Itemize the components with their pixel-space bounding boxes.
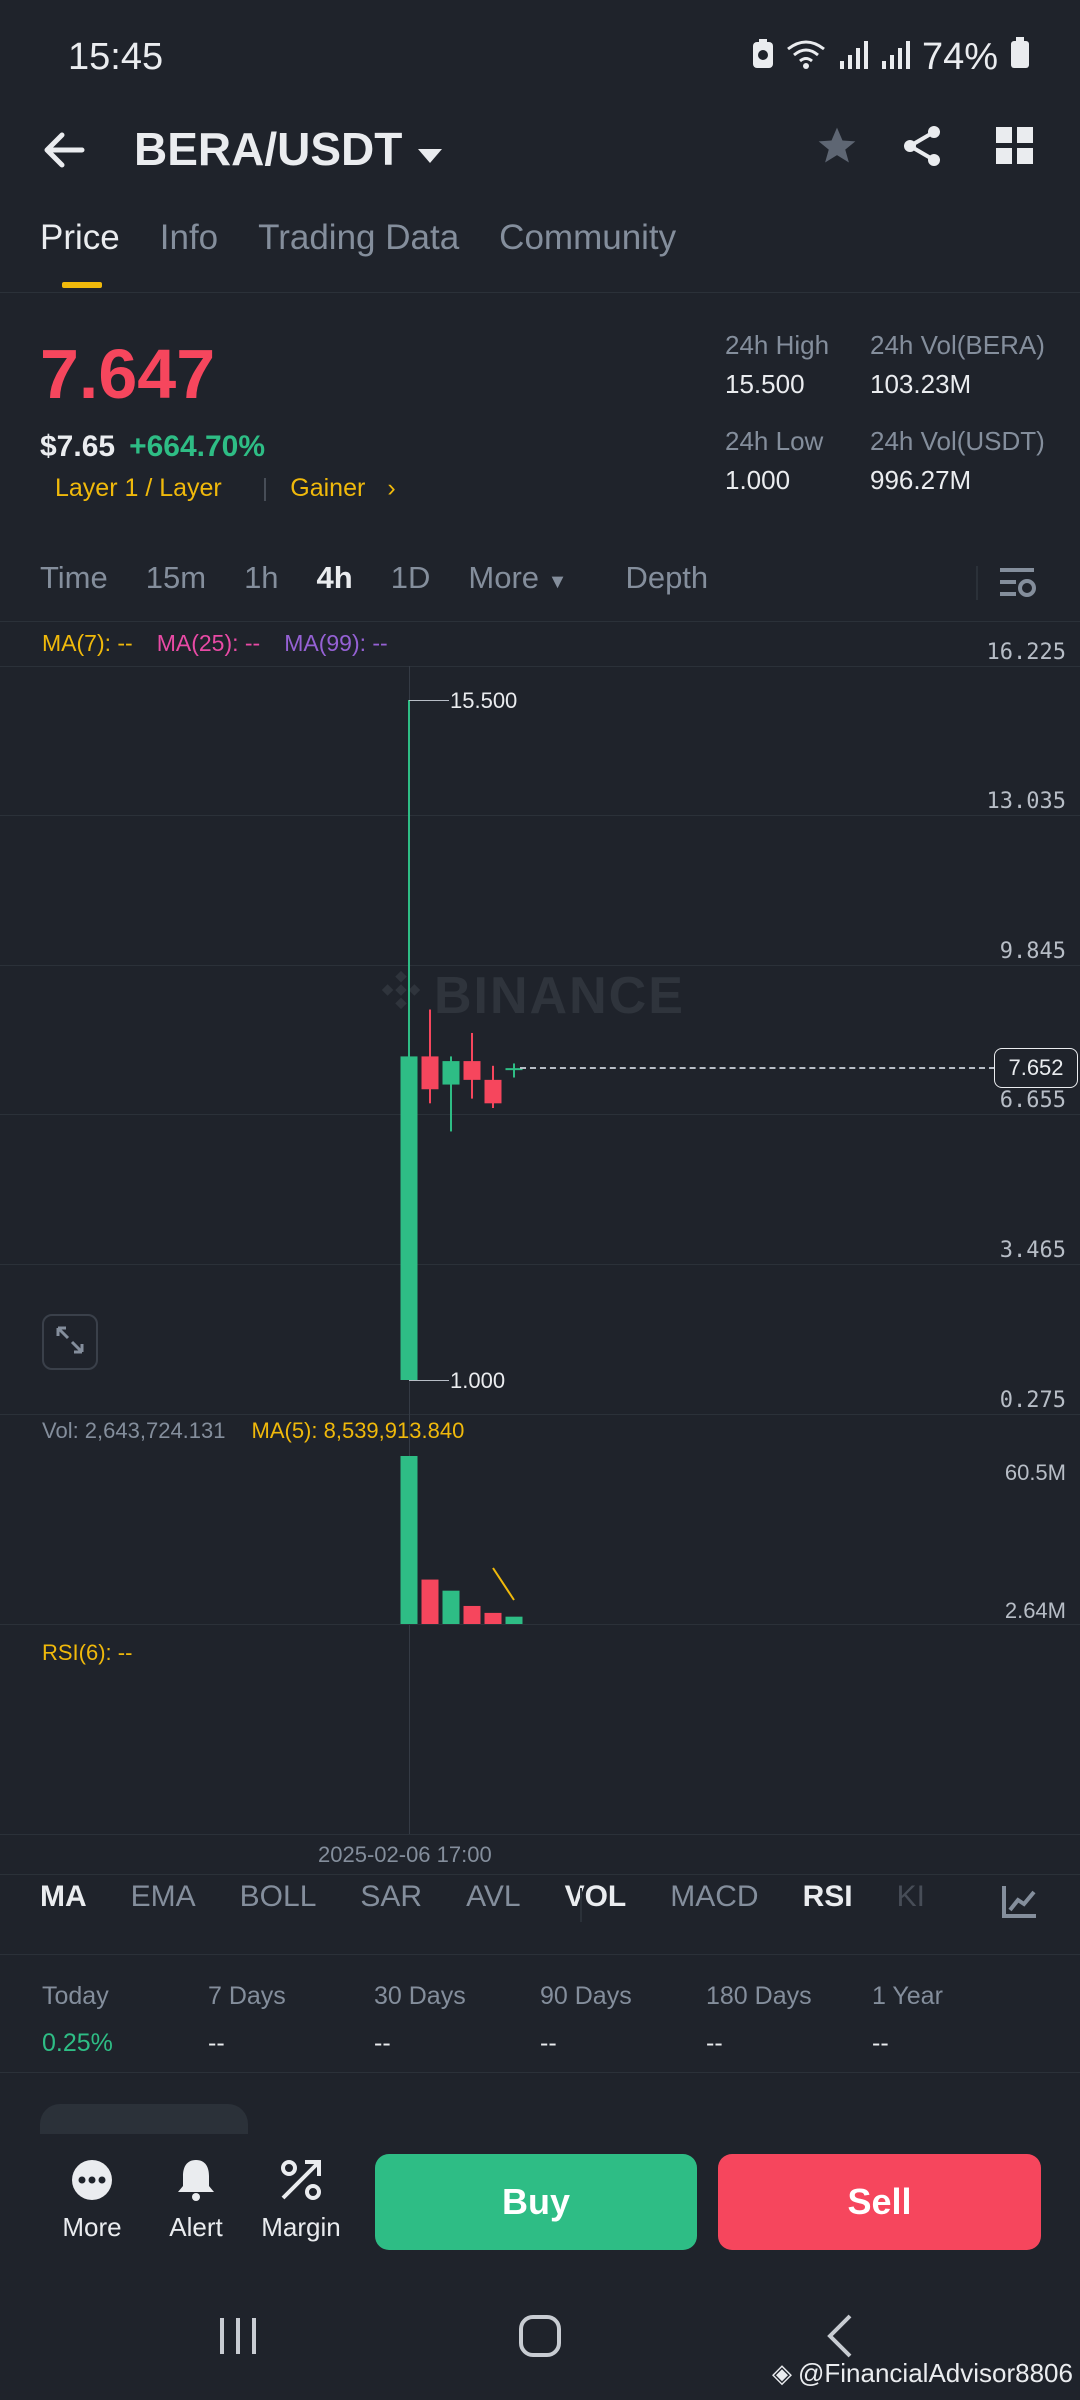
perf-90d: 90 Days -- xyxy=(540,1982,706,2058)
current-price-line xyxy=(520,1067,995,1069)
vol-tick: 2.64M xyxy=(1004,1598,1066,1623)
indicator-divider-line xyxy=(0,1954,1080,1955)
perf-30d: 30 Days -- xyxy=(374,1982,540,2058)
indicator-macd[interactable]: MACD xyxy=(670,1880,758,1914)
perf-value: -- xyxy=(706,2029,723,2057)
sell-button[interactable]: Sell xyxy=(718,2154,1041,2250)
indicator-ma[interactable]: MA xyxy=(40,1880,87,1914)
indicator-divider xyxy=(580,1888,582,1922)
volume-legend: Vol: 2,643,724.131 MA(5): 8,539,913.840 xyxy=(42,1418,464,1444)
rsi-label: RSI(6): -- xyxy=(42,1640,133,1665)
back-nav-icon[interactable] xyxy=(824,2314,854,2363)
rsi-baseline xyxy=(0,1834,1080,1835)
perf-7d: 7 Days -- xyxy=(208,1982,374,2058)
indicator-settings-icon[interactable] xyxy=(990,1884,1040,1925)
recents-nav-icon[interactable] xyxy=(216,2316,260,2361)
indicator-boll[interactable]: BOLL xyxy=(240,1880,317,1914)
candle-body xyxy=(442,1061,460,1085)
x-axis-label: 2025-02-06 17:00 xyxy=(318,1842,492,1867)
credit-label: @FinancialAdvisor8806 xyxy=(798,2358,1073,2388)
diamond-icon: ◈ xyxy=(772,2358,792,2388)
perf-180d: 180 Days -- xyxy=(706,1982,872,2058)
volume-baseline xyxy=(0,1624,1080,1625)
candle-body xyxy=(400,1056,418,1380)
credit-text: ◈ @FinancialAdvisor8806 xyxy=(772,2358,1073,2389)
performance-row: Today 0.25% 7 Days -- 30 Days -- 90 Days… xyxy=(42,1982,1038,2058)
candle-body xyxy=(421,1056,439,1090)
perf-value: 0.25% xyxy=(42,2029,113,2057)
indicator-bar: MA EMA BOLL SAR AVL VOL MACD RSI KI xyxy=(40,1880,925,1914)
margin-button[interactable]: Margin xyxy=(261,2158,341,2243)
indicator-ema[interactable]: EMA xyxy=(131,1880,196,1914)
more-icon xyxy=(72,2160,112,2200)
more-button[interactable]: More xyxy=(52,2158,132,2243)
perf-today: Today 0.25% xyxy=(42,1982,208,2058)
volume-bar xyxy=(421,1579,439,1624)
perf-label: Today xyxy=(42,1982,109,2010)
margin-icon xyxy=(281,2160,321,2200)
indicator-rsi[interactable]: RSI xyxy=(803,1880,853,1914)
perf-divider xyxy=(0,2072,1080,2073)
expand-icon xyxy=(54,1324,86,1361)
low-marker-line xyxy=(409,1380,449,1381)
volume-bar xyxy=(442,1590,460,1624)
volume-bar xyxy=(484,1612,502,1624)
buy-button[interactable]: Buy xyxy=(375,2154,697,2250)
volume-bar xyxy=(463,1605,481,1624)
home-nav-icon[interactable] xyxy=(518,2314,562,2363)
perf-value: -- xyxy=(374,2029,391,2057)
perf-1y: 1 Year -- xyxy=(872,1982,1038,2058)
vol-tick: 60.5M xyxy=(1004,1460,1066,1485)
current-price-tag: 7.652 xyxy=(994,1048,1078,1088)
expand-button[interactable] xyxy=(42,1314,98,1370)
perf-value: -- xyxy=(208,2029,225,2057)
volume-bar xyxy=(400,1456,418,1624)
high-marker-label: 15.500 xyxy=(450,688,518,713)
perf-value: -- xyxy=(872,2029,889,2057)
volume-ma-label: MA(5): 8,539,913.840 xyxy=(251,1418,465,1443)
perf-label: 180 Days xyxy=(706,1982,812,2010)
perf-label: 30 Days xyxy=(374,1982,466,2010)
perf-label: 1 Year xyxy=(872,1982,943,2010)
alert-label: Alert xyxy=(169,2212,223,2242)
chart-bottom-divider xyxy=(0,1874,1080,1875)
indicator-sar[interactable]: SAR xyxy=(360,1880,422,1914)
bell-icon xyxy=(178,2160,214,2201)
high-marker-line xyxy=(409,700,449,701)
indicator-avl[interactable]: AVL xyxy=(466,1880,520,1914)
perf-label: 7 Days xyxy=(208,1982,286,2010)
ma-trend-line xyxy=(492,1567,515,1601)
margin-label: Margin xyxy=(261,2212,341,2242)
indicator-vol[interactable]: VOL xyxy=(565,1880,627,1914)
perf-value: -- xyxy=(540,2029,557,2057)
more-label: More xyxy=(62,2212,122,2242)
low-marker-label: 1.000 xyxy=(450,1368,506,1393)
alert-button[interactable]: Alert xyxy=(156,2158,236,2243)
candle-body xyxy=(463,1061,481,1080)
candle-body xyxy=(484,1079,502,1104)
perf-label: 90 Days xyxy=(540,1982,632,2010)
volume-label: Vol: 2,643,724.131 xyxy=(42,1418,226,1443)
volume-bar xyxy=(505,1616,523,1624)
indicator-kdj[interactable]: KI xyxy=(897,1880,925,1914)
